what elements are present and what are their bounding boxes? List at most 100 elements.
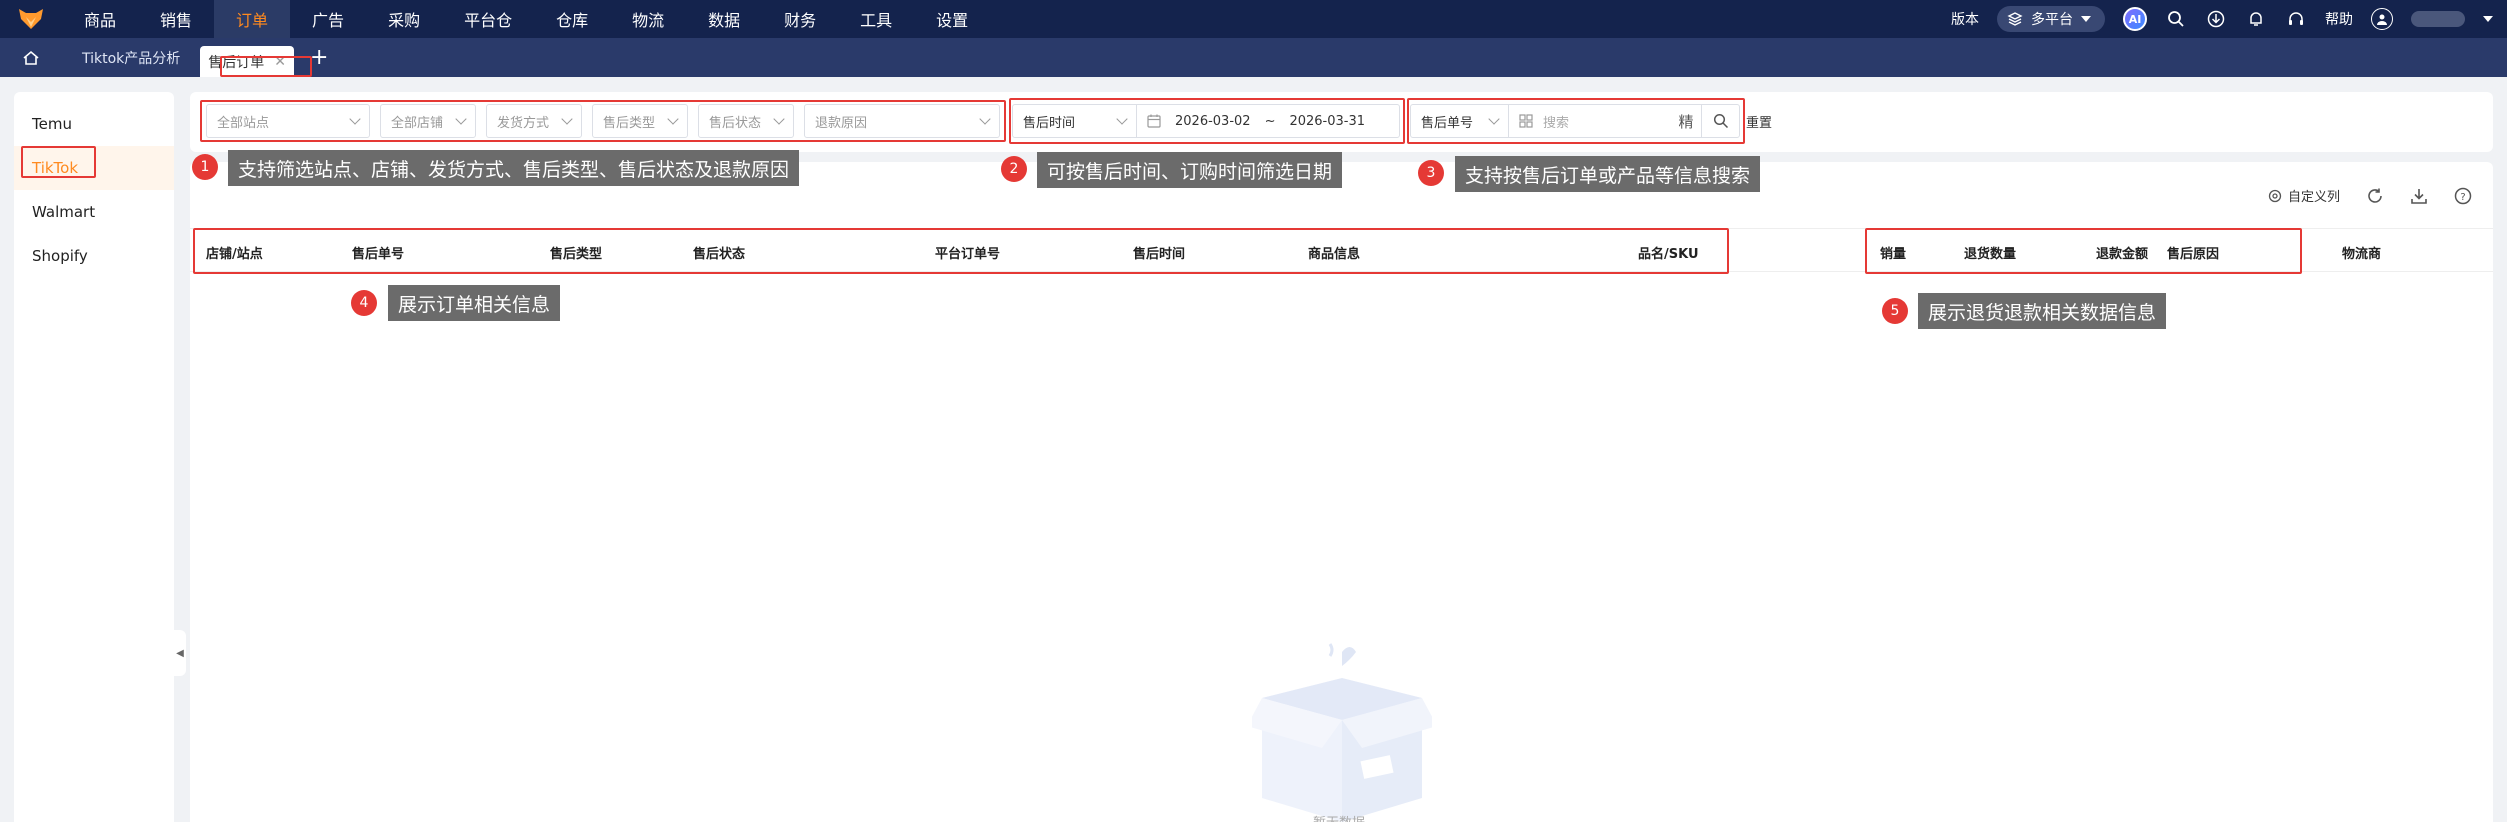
search-type-value: 售后单号	[1421, 115, 1474, 131]
search-button[interactable]	[1701, 105, 1739, 137]
tab-bar: Tiktok产品分析 售后订单 ✕ +	[0, 38, 2507, 77]
nav-item-ads[interactable]: 广告	[290, 0, 366, 38]
precise-search-toggle[interactable]: 精	[1671, 111, 1701, 132]
ship-method-select[interactable]: 发货方式	[486, 104, 582, 138]
nav-item-data[interactable]: 数据	[686, 0, 762, 38]
reset-button[interactable]: 重置	[1746, 112, 1772, 131]
site-select-value: 全部站点	[217, 115, 270, 131]
col-after-sales-type[interactable]: 售后类型	[550, 243, 602, 262]
add-tab-button[interactable]: +	[294, 45, 344, 70]
custom-columns-button[interactable]: 自定义列	[2268, 186, 2340, 205]
chevron-down-icon	[979, 113, 991, 125]
date-separator: ~	[1264, 113, 1276, 129]
annotation-tip-2: 可按售后时间、订购时间筛选日期	[1037, 152, 1343, 188]
chevron-down-icon	[349, 113, 361, 125]
annotation-tip-5: 展示退货退款相关数据信息	[1918, 293, 2167, 329]
nav-item-logistics[interactable]: 物流	[610, 0, 686, 38]
after-sales-type-select[interactable]: 售后类型	[592, 104, 688, 138]
close-icon[interactable]: ✕	[274, 54, 286, 70]
col-refund-amount[interactable]: 退款金额	[2096, 243, 2148, 262]
user-name[interactable]	[2411, 11, 2465, 27]
nav-item-settings[interactable]: 设置	[914, 0, 990, 38]
search-type-select[interactable]: 售后单号	[1411, 105, 1509, 137]
ai-assistant-button[interactable]: AI	[2123, 7, 2147, 31]
col-after-sales-reason[interactable]: 售后原因	[2167, 243, 2219, 262]
col-after-sales-status[interactable]: 售后状态	[693, 243, 745, 262]
annotation-tip-4: 展示订单相关信息	[388, 285, 561, 321]
tab-tiktok-product-analysis[interactable]: Tiktok产品分析	[62, 38, 200, 77]
shop-select[interactable]: 全部店铺	[380, 104, 476, 138]
fox-logo-icon	[19, 9, 43, 29]
search-icon[interactable]	[2165, 8, 2187, 30]
site-select[interactable]: 全部站点	[206, 104, 370, 138]
refund-reason-select[interactable]: 退款原因	[804, 104, 1000, 138]
nav-item-platform-warehouse[interactable]: 平台仓	[442, 0, 534, 38]
bell-icon[interactable]	[2245, 8, 2267, 30]
chevron-down-icon	[773, 113, 785, 125]
svg-text:?: ?	[2460, 192, 2465, 203]
after-sales-status-select[interactable]: 售后状态	[698, 104, 794, 138]
refresh-icon[interactable]	[2366, 187, 2384, 205]
empty-box-icon	[1252, 643, 1432, 822]
help-link[interactable]: 帮助	[2325, 9, 2353, 29]
nav-item-orders[interactable]: 订单	[214, 0, 291, 38]
sidebar-collapse-handle[interactable]: ◀	[174, 630, 186, 676]
calendar-icon	[1147, 114, 1161, 128]
col-platform-order-no[interactable]: 平台订单号	[935, 243, 1000, 262]
gear-icon	[2268, 189, 2282, 202]
date-type-value: 售后时间	[1023, 115, 1076, 131]
table-header: 店铺/站点 售后单号 售后类型 售后状态 平台订单号 售后时间 商品信息 品名/…	[190, 228, 2493, 272]
top-right-tools: 版本 多平台 AI 帮助	[1951, 0, 2493, 38]
export-icon[interactable]	[2410, 187, 2428, 205]
nav-item-tools[interactable]: 工具	[838, 0, 914, 38]
sidebar-item-tiktok[interactable]: TikTok	[14, 146, 174, 190]
search-filter: 售后单号 搜索 精	[1410, 104, 1740, 138]
annotation-marker-1: 1	[192, 154, 218, 180]
tab-after-sales-orders[interactable]: 售后订单 ✕	[200, 46, 295, 77]
col-after-sales-time[interactable]: 售后时间	[1133, 243, 1185, 262]
app-logo[interactable]	[0, 0, 62, 38]
col-carrier[interactable]: 物流商	[2342, 243, 2381, 262]
col-name-sku[interactable]: 品名/SKU	[1638, 243, 1699, 262]
sidebar-item-walmart[interactable]: Walmart	[14, 190, 174, 234]
layers-icon	[2007, 12, 2023, 26]
col-after-sales-no[interactable]: 售后单号	[352, 243, 404, 262]
version-link[interactable]: 版本	[1951, 9, 1979, 29]
date-end: 2026-03-31	[1289, 113, 1366, 129]
col-sales-qty[interactable]: 销量	[1880, 243, 1906, 262]
custom-columns-label: 自定义列	[2288, 190, 2341, 205]
download-icon[interactable]	[2205, 8, 2227, 30]
sidebar-item-temu[interactable]: Temu	[14, 102, 174, 146]
nav-item-finance[interactable]: 财务	[762, 0, 838, 38]
date-type-select[interactable]: 售后时间	[1013, 105, 1137, 137]
chevron-down-icon	[667, 113, 679, 125]
platform-sidebar: Temu TikTok Walmart Shopify	[14, 92, 174, 822]
caret-down-icon[interactable]	[2483, 16, 2493, 22]
nav-item-sales[interactable]: 销售	[138, 0, 214, 38]
col-shop-site[interactable]: 店铺/站点	[206, 243, 263, 262]
col-return-qty[interactable]: 退货数量	[1964, 243, 2016, 262]
user-avatar-icon[interactable]	[2371, 8, 2393, 30]
nav-item-warehouse[interactable]: 仓库	[534, 0, 610, 38]
caret-down-icon	[2081, 16, 2091, 22]
sidebar-item-shopify[interactable]: Shopify	[14, 234, 174, 278]
platform-label: 多平台	[2031, 12, 2073, 28]
col-product-info[interactable]: 商品信息	[1308, 243, 1360, 262]
headset-icon[interactable]	[2285, 8, 2307, 30]
shop-select-value: 全部店铺	[391, 115, 444, 131]
chevron-down-icon	[561, 113, 573, 125]
date-range-picker[interactable]: 2026-03-02 ~ 2026-03-31	[1137, 114, 1365, 129]
annotation-marker-5: 5	[1882, 298, 1908, 324]
empty-state-text: 暂无数据	[1313, 812, 1365, 822]
after-sales-type-value: 售后类型	[603, 115, 656, 131]
platform-switcher[interactable]: 多平台	[1997, 6, 2105, 32]
annotation-marker-2: 2	[1001, 156, 1027, 182]
nav-item-products[interactable]: 商品	[62, 0, 138, 38]
home-tab[interactable]	[0, 38, 62, 77]
nav-item-purchase[interactable]: 采购	[366, 0, 442, 38]
help-icon[interactable]: ?	[2454, 187, 2472, 205]
search-placeholder: 搜索	[1543, 115, 1570, 131]
top-nav: 商品 销售 订单 广告 采购 平台仓 仓库 物流 数据 财务 工具 设置 版本 …	[0, 0, 2507, 38]
search-input[interactable]: 搜索	[1509, 112, 1671, 131]
grid-icon	[1519, 114, 1533, 128]
